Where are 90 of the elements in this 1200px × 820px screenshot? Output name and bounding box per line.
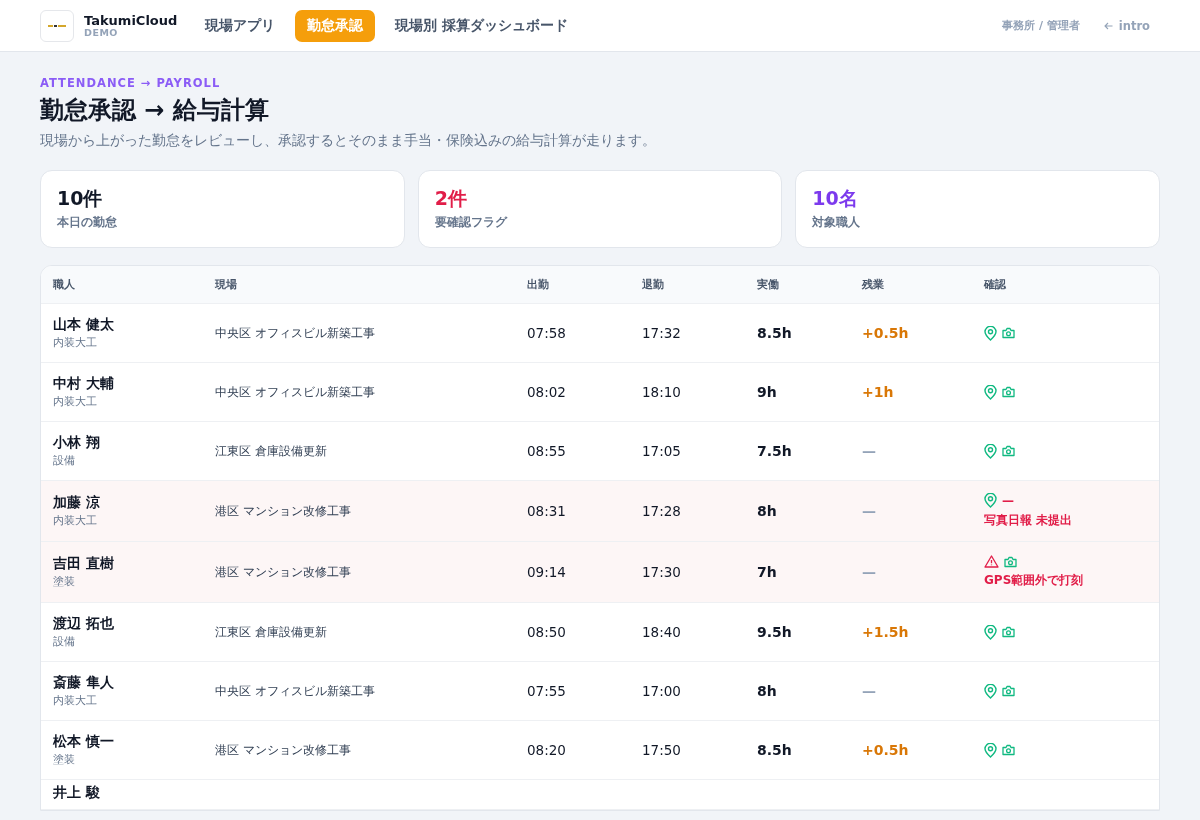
- worker-trade: 内装大工: [53, 694, 98, 708]
- worked-hours: 8h: [757, 503, 778, 519]
- column-header: 退勤: [642, 277, 665, 292]
- back-arrow-icon: [1103, 21, 1113, 30]
- worker-name: 加藤 涼: [53, 494, 101, 512]
- site-name: 江東区 倉庫設備更新: [215, 443, 328, 459]
- stat-label: 本日の勤怠: [57, 215, 118, 230]
- column-header: 出勤: [527, 277, 550, 292]
- brand-subtitle: DEMO: [84, 28, 119, 37]
- worked-hours: 7.5h: [757, 443, 793, 459]
- column-header: 現場: [215, 277, 238, 292]
- worker-trade: 内装大工: [53, 514, 98, 528]
- stat-value: 10名: [812, 186, 859, 211]
- column-header: 確認: [984, 277, 1007, 292]
- worker-name: 松本 慎一: [53, 733, 115, 751]
- overtime-hours: +1.5h: [862, 624, 910, 640]
- table-row[interactable]: 吉田 直樹 塗装 港区 マンション改修工事 09:14 17:30 7h — GPS範囲外で打刻: [41, 542, 1159, 603]
- worker-trade: 内装大工: [53, 336, 98, 350]
- overtime-hours: +0.5h: [862, 325, 910, 341]
- overtime-hours: +1h: [862, 384, 895, 400]
- clock-in-time: 07:55: [527, 683, 567, 699]
- worker-trade: 塗装: [53, 575, 76, 589]
- stat-label: 要確認フラグ: [434, 215, 509, 230]
- worker-name: 中村 大輔: [53, 375, 115, 393]
- stat-value: 2件: [434, 186, 468, 211]
- worker-name: 渡辺 拓也: [53, 615, 115, 633]
- worked-hours: 9h: [757, 384, 778, 400]
- column-header: 職人: [53, 277, 76, 292]
- flag-note: 写真日報 未提出: [984, 512, 1074, 529]
- worked-hours: 8h: [757, 683, 778, 699]
- worker-name: 井上 駿: [53, 784, 101, 802]
- clock-in-time: 08:50: [527, 624, 567, 640]
- table-row[interactable]: 中村 大輔 内装大工 中央区 オフィスビル新築工事 08:02 18:10 9h +1h: [41, 363, 1159, 422]
- table-row[interactable]: 加藤 涼 内装大工 港区 マンション改修工事 08:31 17:28 8h — — 写真日報 未提出: [41, 481, 1159, 542]
- logo-icon: [48, 23, 66, 28]
- column-header: 実働: [757, 277, 780, 292]
- nav-tab[interactable]: 現場アプリ: [195, 9, 286, 42]
- worked-hours: 8.5h: [757, 325, 793, 341]
- site-name: 港区 マンション改修工事: [215, 564, 352, 580]
- overtime-hours: +0.5h: [862, 742, 910, 758]
- worker-trade: 設備: [53, 635, 76, 649]
- clock-in-time: 08:02: [527, 384, 567, 400]
- site-name: 中央区 オフィスビル新築工事: [215, 683, 376, 699]
- worker-name: 山本 健太: [53, 316, 115, 334]
- clock-out-time: 17:32: [642, 325, 682, 341]
- clock-out-time: 17:05: [642, 443, 682, 459]
- site-name: 中央区 オフィスビル新築工事: [215, 325, 376, 341]
- clock-out-time: 17:30: [642, 564, 682, 580]
- site-name: 中央区 オフィスビル新築工事: [215, 384, 376, 400]
- site-name: 江東区 倉庫設備更新: [215, 624, 328, 640]
- table-row[interactable]: 松本 慎一 塗装 港区 マンション改修工事 08:20 17:50 8.5h +0.5h: [41, 721, 1159, 780]
- worked-hours: 7h: [757, 564, 778, 580]
- worker-name: 吉田 直樹: [53, 555, 115, 573]
- missing-photo-mark: —: [1002, 493, 1014, 508]
- clock-in-time: 08:20: [527, 742, 567, 758]
- worker-name: 斎藤 隼人: [53, 674, 115, 692]
- clock-out-time: 18:40: [642, 624, 682, 640]
- clock-out-time: 18:10: [642, 384, 682, 400]
- worker-name: 小林 翔: [53, 434, 101, 452]
- table-row[interactable]: 渡辺 拓也 設備 江東区 倉庫設備更新 08:50 18:40 9.5h +1.5h: [41, 603, 1159, 662]
- clock-out-time: 17:00: [642, 683, 682, 699]
- flag-note: GPS範囲外で打刻: [984, 572, 1085, 589]
- nav-tab[interactable]: 現場別 採算ダッシュボード: [385, 9, 579, 42]
- worker-trade: 内装大工: [53, 395, 98, 409]
- worked-hours: 9.5h: [757, 624, 793, 640]
- clock-in-time: 09:14: [527, 564, 567, 580]
- overtime-hours: —: [862, 564, 877, 580]
- overtime-hours: —: [862, 683, 877, 699]
- clock-in-time: 08:55: [527, 443, 567, 459]
- table-row[interactable]: 山本 健太 内装大工 中央区 オフィスビル新築工事 07:58 17:32 8.5h +0.5h: [41, 304, 1159, 363]
- clock-in-time: 07:58: [527, 325, 567, 341]
- stat-label: 対象職人: [812, 215, 862, 230]
- overtime-hours: —: [862, 503, 877, 519]
- clock-in-time: 08:31: [527, 503, 567, 519]
- worker-trade: 塗装: [53, 753, 76, 767]
- page-title: 勤怠承認 → 給与計算: [40, 95, 270, 126]
- page-subtitle: 現場から上がった勤怠をレビューし、承認するとそのまま手当・保険込みの給与計算が走ります。: [40, 132, 657, 150]
- overtime-hours: —: [862, 443, 877, 459]
- clock-out-time: 17:28: [642, 503, 682, 519]
- site-name: 港区 マンション改修工事: [215, 742, 352, 758]
- user-role: 事務所 / 管理者: [1002, 18, 1080, 33]
- worked-hours: 8.5h: [757, 742, 793, 758]
- brand-name: TakumiCloud: [84, 14, 178, 28]
- clock-out-time: 17:50: [642, 742, 682, 758]
- site-name: 港区 マンション改修工事: [215, 503, 352, 519]
- column-header: 残業: [862, 277, 885, 292]
- section-eyebrow: ATTENDANCE → PAYROLL: [40, 76, 222, 90]
- stat-value: 10件: [57, 186, 104, 211]
- table-row[interactable]: 斎藤 隼人 内装大工 中央区 オフィスビル新築工事 07:55 17:00 8h —: [41, 662, 1159, 721]
- worker-trade: 設備: [53, 454, 76, 468]
